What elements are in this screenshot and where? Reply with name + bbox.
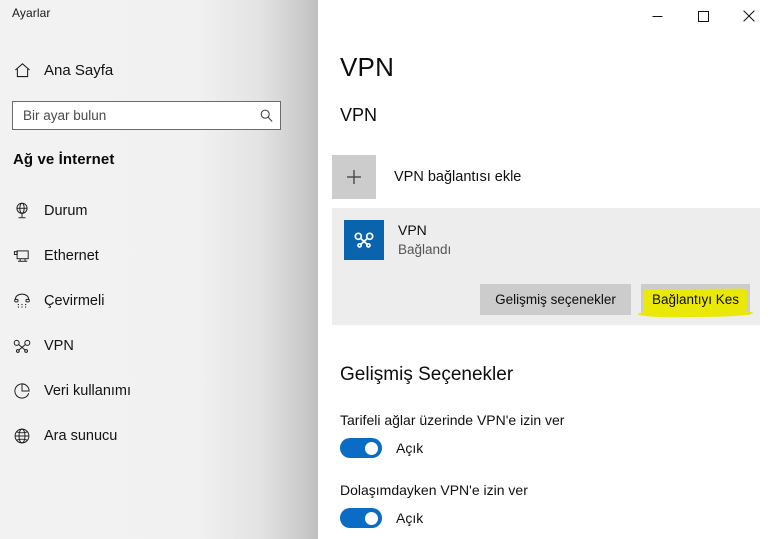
sidebar-item-ethernet[interactable]: Ethernet [0, 233, 300, 278]
advanced-options-title: Gelişmiş Seçenekler [340, 364, 514, 385]
proxy-globe-icon [0, 426, 44, 446]
page-title: VPN [340, 52, 395, 82]
vpn-connection-name: VPN [398, 222, 427, 238]
home-icon [0, 61, 44, 80]
sidebar-item-cevirmeli[interactable]: Çevirmeli [0, 278, 300, 323]
roaming-vpn-option-label: Dolaşımdayken VPN'e izin ver [340, 482, 528, 498]
metered-vpn-toggle-row[interactable]: Açık [340, 438, 423, 458]
main-content: VPN VPN VPN bağlantısı ekle VPN Bağlandı… [318, 0, 772, 539]
yellow-underline-annotation [637, 309, 754, 318]
roaming-vpn-toggle[interactable] [340, 508, 382, 528]
close-button[interactable] [726, 0, 772, 32]
toggle-knob [365, 511, 378, 525]
search-box[interactable] [12, 101, 281, 130]
disconnect-label: Bağlantıyı Kes [651, 292, 739, 307]
search-icon[interactable] [252, 102, 280, 129]
sidebar-item-vpn[interactable]: VPN [0, 323, 300, 368]
maximize-button[interactable] [680, 0, 726, 32]
roaming-vpn-toggle-state: Açık [396, 510, 424, 526]
data-usage-pie-icon [0, 381, 44, 401]
add-vpn-connection-button[interactable]: VPN bağlantısı ekle [332, 155, 762, 199]
window-controls [634, 0, 772, 32]
title-bar: Ayarlar [0, 0, 772, 32]
minimize-button[interactable] [634, 0, 680, 32]
vpn-icon [0, 335, 44, 357]
sidebar-nav: Durum Ethernet Çevirmeli VPN Veri kullan… [0, 188, 300, 458]
sidebar-item-durum[interactable]: Durum [0, 188, 300, 233]
sidebar-item-durum-label: Durum [44, 202, 88, 219]
vpn-connection-actions: Gelişmiş seçenekler Bağlantıyı Kes [480, 284, 754, 318]
sidebar-item-vpn-label: VPN [44, 337, 74, 354]
network-status-icon [0, 201, 44, 221]
vpn-connection-texts: VPN Bağlandı [398, 220, 451, 259]
sidebar-category-title: Ağ ve İnternet [13, 151, 115, 168]
metered-vpn-option-label: Tarifeli ağlar üzerinde VPN'e izin ver [340, 412, 565, 428]
toggle-knob [365, 441, 378, 455]
vpn-connection-status: Bağlandı [398, 242, 452, 257]
sidebar: Ana Sayfa Ağ ve İnternet [0, 0, 318, 539]
section-heading: VPN [340, 105, 378, 125]
sidebar-item-ara-sunucu[interactable]: Ara sunucu [0, 413, 300, 458]
settings-window: Ana Sayfa Ağ ve İnternet [0, 0, 772, 539]
sidebar-item-veri-kullanimi[interactable]: Veri kullanımı [0, 368, 300, 413]
ethernet-icon [0, 246, 44, 266]
roaming-vpn-toggle-row[interactable]: Açık [340, 508, 423, 528]
sidebar-item-home-label: Ana Sayfa [44, 61, 114, 79]
plus-icon [332, 155, 376, 199]
sidebar-item-home[interactable]: Ana Sayfa [0, 52, 300, 88]
metered-vpn-toggle-state: Açık [396, 440, 424, 456]
sidebar-item-ethernet-label: Ethernet [44, 247, 99, 264]
add-vpn-connection-label: VPN bağlantısı ekle [394, 169, 522, 185]
vpn-connection-header: VPN Bağlandı [344, 220, 451, 260]
sidebar-item-cevirmeli-label: Çevirmeli [44, 292, 105, 309]
disconnect-button[interactable]: Bağlantıyı Kes [637, 284, 754, 318]
dialup-phone-icon [0, 291, 44, 311]
advanced-options-button[interactable]: Gelişmiş seçenekler [480, 284, 631, 315]
sidebar-item-ara-sunucu-label: Ara sunucu [44, 427, 118, 444]
vpn-connection-icon [344, 220, 384, 260]
sidebar-item-veri-kullanimi-label: Veri kullanımı [44, 382, 132, 399]
vpn-connection-card[interactable]: VPN Bağlandı Gelişmiş seçenekler Bağlant… [332, 208, 760, 325]
window-title: Ayarlar [12, 6, 51, 20]
metered-vpn-toggle[interactable] [340, 438, 382, 458]
search-input[interactable] [13, 102, 252, 129]
advanced-options-label: Gelişmiş seçenekler [495, 292, 616, 307]
